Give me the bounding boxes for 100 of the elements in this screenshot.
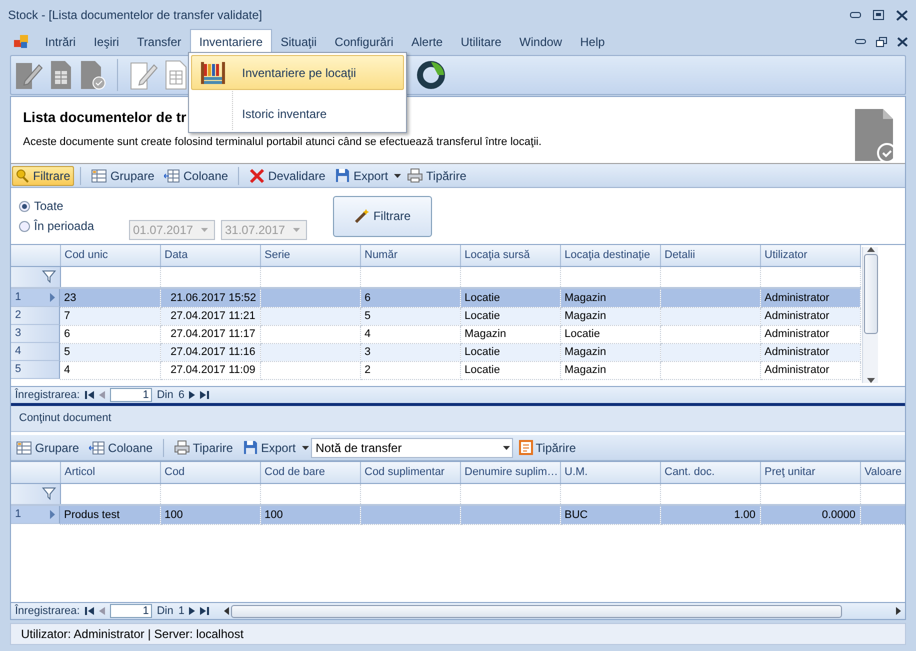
table-cell: Administrator [760,343,860,361]
horizontal-scrollbar[interactable] [224,604,901,618]
menu-item[interactable]: Situaţii [272,29,326,55]
toolbar-button[interactable]: Devalidare [245,166,330,186]
document-check-icon[interactable] [79,59,107,91]
row-header[interactable]: 4 [11,343,60,361]
scroll-right-icon[interactable] [896,607,901,616]
grid-icon [16,440,32,454]
menu-item[interactable]: Utilitare [452,29,510,55]
table-cell: 5 [360,307,460,325]
column-header[interactable]: Valoare [860,462,905,483]
toolbar-button[interactable]: Grupare [87,166,158,186]
menu-item[interactable]: Ieşiri [84,29,128,55]
scroll-thumb[interactable] [231,604,842,618]
table-cell: 2 [360,361,460,379]
column-header[interactable]: Serie [260,245,360,266]
menu-item[interactable]: Inventariere pe locaţii [191,55,404,90]
column-header[interactable]: Număr [360,245,460,266]
menu-item[interactable]: Configurări [326,29,402,55]
table-cell: 21.06.2017 15:52 [160,288,260,307]
row-header[interactable]: 3 [11,325,60,343]
toolbar-button[interactable]: Coloane [85,438,157,458]
last-record-icon[interactable] [200,607,210,616]
table-cell: Administrator [760,288,860,307]
record-field[interactable]: 1 [110,388,152,402]
menu-item[interactable]: Help [571,29,614,55]
document-table-icon[interactable] [164,59,188,91]
menu-item[interactable]: Transfer [128,29,190,55]
navigator-label: Înregistrarea: [15,603,80,619]
scroll-thumb[interactable] [864,254,878,334]
table-cell: Magazin [560,288,660,307]
column-header[interactable]: Utilizator [760,245,860,266]
next-record-icon[interactable] [189,607,196,616]
column-header[interactable]: Cod de bare [260,462,360,483]
column-header[interactable]: Cod [160,462,260,483]
menu-item[interactable]: Istoric inventare [191,96,404,131]
table-cell: Magazin [560,361,660,379]
filter-button[interactable]: Filtrare [333,196,432,236]
row-pointer-icon [50,293,55,302]
first-record-icon[interactable] [84,391,94,400]
row-pointer-icon [50,510,55,519]
table-cell: 6 [360,288,460,307]
table-cell: 100 [260,505,360,524]
next-record-icon[interactable] [189,391,196,400]
row-header[interactable]: 2 [11,307,60,325]
column-header[interactable]: Articol [60,462,160,483]
table-cell: Administrator [760,307,860,325]
table-cell: 100 [160,505,260,524]
minimize-icon[interactable] [855,39,866,45]
refresh-icon[interactable] [416,59,446,91]
column-header[interactable]: Cod unic [60,245,160,266]
toolbar-button[interactable]: Export [331,166,392,186]
table-cell: 1.00 [660,505,760,524]
scrollbar[interactable] [862,247,878,383]
previous-record-icon[interactable] [98,607,105,616]
previous-record-icon[interactable] [98,391,105,400]
menu-item[interactable]: Intrări [36,29,85,55]
scroll-down-icon[interactable] [866,378,874,383]
column-header[interactable]: Denumire suplim… [460,462,560,483]
column-header[interactable]: Preţ unitar [760,462,860,483]
column-header[interactable]: Cant. doc. [660,462,760,483]
first-record-icon[interactable] [84,607,94,616]
toolbar-button[interactable]: Tipărire [403,166,470,186]
column-header[interactable]: Cod suplimentar [360,462,460,483]
maximize-icon[interactable] [873,10,884,20]
toolbar-button[interactable]: Export [238,438,300,458]
radio-button[interactable] [19,220,30,232]
toolbar-button[interactable]: Grupare [12,438,84,458]
toolbar-button[interactable]: Coloane [160,166,232,186]
record-field[interactable]: 1 [110,604,152,618]
last-record-icon[interactable] [200,391,210,400]
close-icon[interactable] [896,10,908,20]
section-title: Conţinut document [19,411,112,426]
column-header[interactable]: Data [160,245,260,266]
table-cell: Magazin [560,343,660,361]
scroll-up-icon[interactable] [866,247,874,252]
radio-button[interactable] [19,200,30,212]
row-header[interactable]: 1 [11,289,60,307]
row-header[interactable]: 1 [11,506,60,524]
caret-icon [293,228,300,232]
restore-icon[interactable] [876,37,887,47]
row-header[interactable]: 5 [11,361,60,379]
column-header[interactable]: Locaţia sursă [460,245,560,266]
column-header[interactable]: U.M. [560,462,660,483]
column-header[interactable]: Detalii [660,245,760,266]
table-cell: Administrator [760,361,860,379]
document-table-icon[interactable] [49,59,73,91]
toolbar-button[interactable]: Tiparire [170,438,237,458]
report-icon [518,440,533,455]
table-cell: 27.04.2017 11:21 [160,307,260,325]
delete-icon [249,168,266,184]
column-header[interactable]: Locaţia destinaţie [560,245,660,266]
close-icon[interactable] [897,37,908,47]
menu-item[interactable]: Alerte [402,29,452,55]
minimize-icon[interactable] [850,12,861,18]
toolbar-button[interactable]: Filtrare [12,166,74,186]
menu-item[interactable]: Window [510,29,572,55]
report-dropdown[interactable]: Notă de transfer [310,438,513,458]
app-icon[interactable] [14,35,28,49]
print-button[interactable]: Tipărire [514,438,580,458]
